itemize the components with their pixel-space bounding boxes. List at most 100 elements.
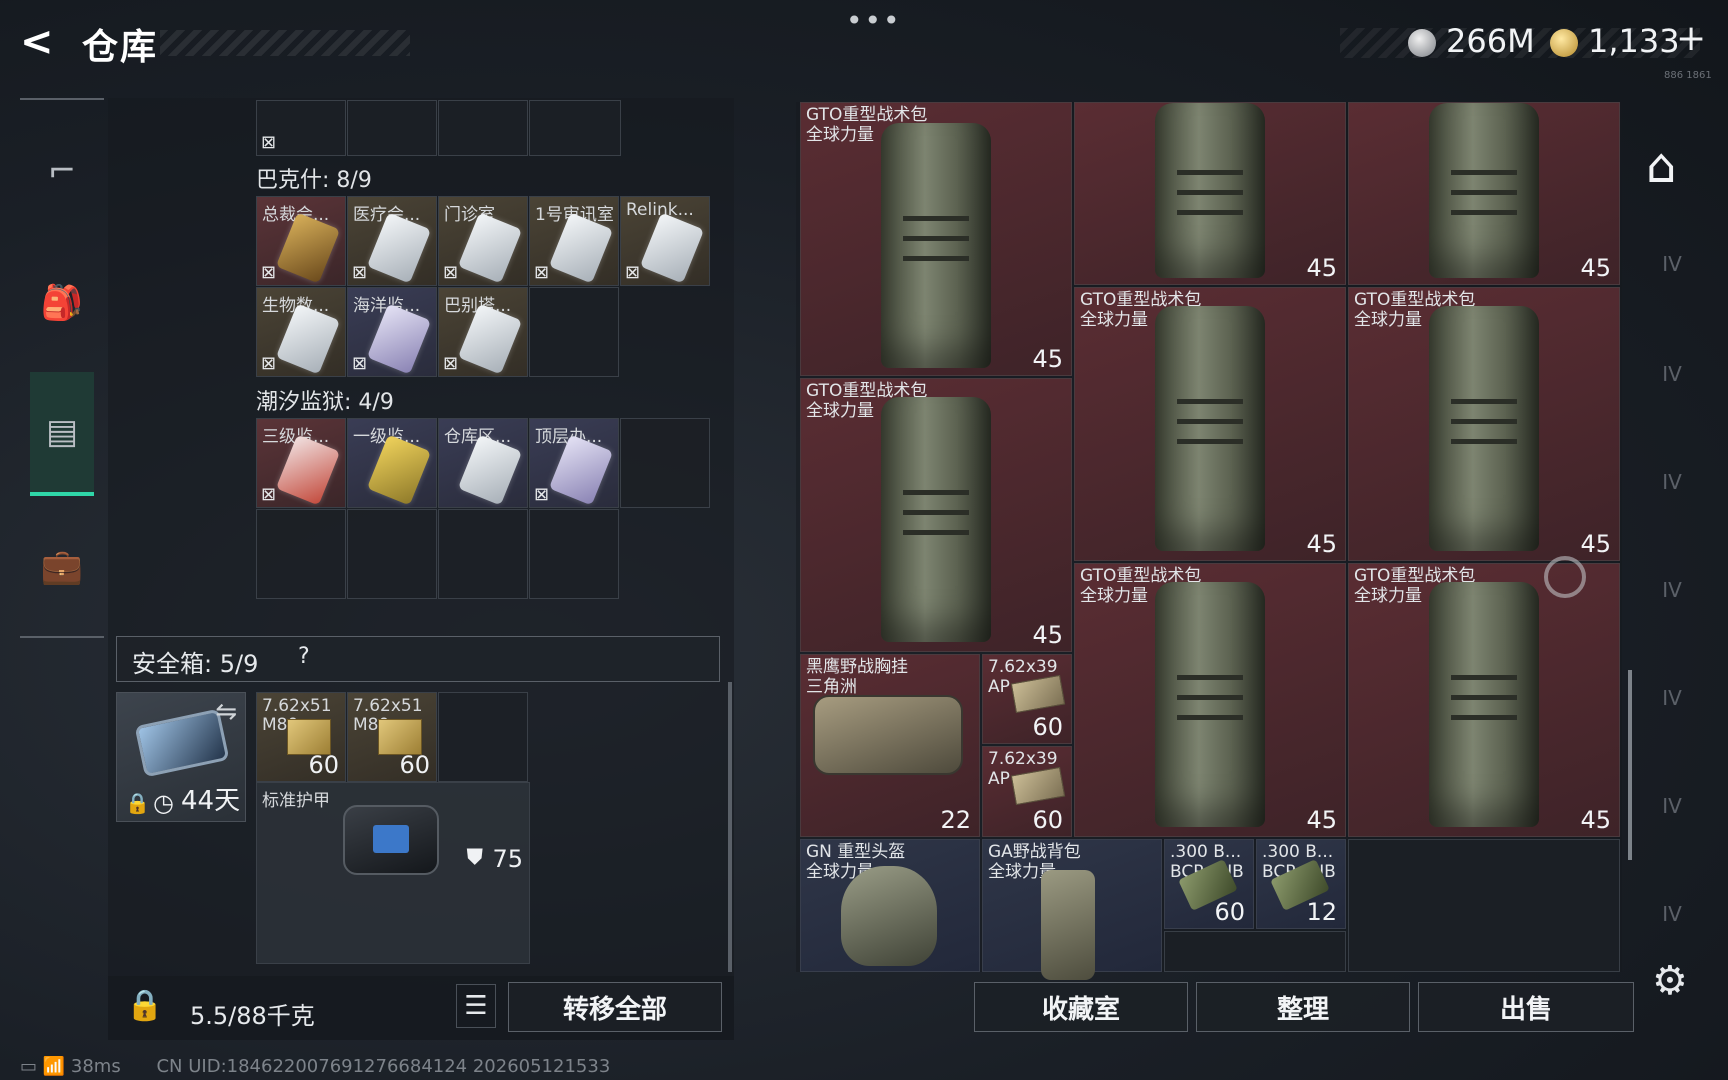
armor-image [343,805,439,875]
backpack-item[interactable]: GTO重型战术包 全球力量 45 [1348,287,1620,561]
filter-tool-icon[interactable]: IV [1648,890,1696,938]
grid-cell[interactable] [1348,839,1620,972]
keycard-item[interactable]: 巴别塔...⊠ [438,287,528,377]
filter-tool-icon[interactable]: IV [1648,240,1696,288]
backpack-item[interactable]: 45 [1348,102,1620,285]
filter-tool-icon[interactable]: IV [1648,782,1696,830]
collection-room-button[interactable]: 收藏室 [974,982,1188,1032]
gear-icon[interactable]: ⚙ [1652,958,1688,1004]
storage-home-icon[interactable]: ⌂ [1646,138,1676,194]
grid-cell[interactable] [529,287,619,377]
keycard-item[interactable]: 1号审讯室⊠ [529,196,619,286]
ammo-box-icon [1010,674,1066,714]
right-scrollbar[interactable] [1628,670,1632,860]
section-label-bakshi: 巴克什: 8/9 [256,168,372,193]
backpack-icon[interactable]: 🎒 [30,248,94,358]
wifi-icon: 📶 [42,1056,66,1077]
no-insure-icon: ⊠ [534,262,550,283]
keycard-item[interactable]: 门诊室 ⊠ [438,196,528,286]
helmet-item[interactable]: GN 重型头盔 全球力量 [800,839,980,972]
ammo-box-icon [378,719,422,755]
keycard-item[interactable]: Relink... ⊠ [620,196,710,286]
backpack-item[interactable]: GTO重型战术包 全球力量 45 [1074,563,1346,837]
keycard-item[interactable]: 医疗会...⊠ [347,196,437,286]
weapon-icon[interactable]: ⌐ [30,116,94,226]
ammo-box-icon [1010,766,1066,806]
gold-coin-icon [1550,29,1578,57]
helmet-image [841,866,937,966]
grid-cell[interactable] [438,509,528,599]
backpack-image [1041,870,1095,980]
page-title: 仓库 [82,27,159,68]
sell-button[interactable]: 出售 [1418,982,1634,1032]
keycard-item[interactable]: 总裁会...⊠ [256,196,346,286]
ammo-item[interactable]: 7.62x51 M80 60 [256,692,346,782]
ammo-item[interactable]: 7.62x51 M80 60 [347,692,437,782]
target-ring-icon [1544,556,1586,598]
shield-icon: ⛊ [466,845,483,870]
ammo-item[interactable]: .300 B... BCP SUB 12 [1256,839,1346,929]
keycard-item[interactable]: 三级监...⊠ [256,418,346,508]
backpack-item[interactable]: 45 [1074,102,1346,285]
keycard-item[interactable]: 生物数...⊠ [256,287,346,377]
transfer-all-button[interactable]: 转移全部 [508,982,722,1032]
ammo-item[interactable]: 7.62x39 AP 60 [982,654,1072,744]
corner-code: 886 1861 [1664,70,1712,81]
organize-button[interactable]: 整理 [1196,982,1410,1032]
briefcase-icon[interactable]: 💼 [30,512,94,622]
clock-icon: ◷ [153,789,174,817]
grid-cell[interactable] [529,100,621,156]
no-insure-icon: ⊠ [352,353,368,374]
filter-tool-icon[interactable]: IV [1648,458,1696,506]
silver-currency-value: 266M [1446,22,1535,60]
more-menu-icon[interactable]: ••• [846,4,902,37]
filter-tool-icon[interactable]: IV [1648,350,1696,398]
grid-cell[interactable] [347,509,437,599]
grid-cell[interactable] [438,100,528,156]
grid-cell[interactable] [347,100,437,156]
grid-cell[interactable] [438,692,528,782]
status-bar: ▭ 📶 38ms CN UID:18462200769127668412​4 2… [20,1056,611,1077]
no-insure-icon: ⊠ [534,484,550,505]
add-currency-button[interactable]: + [1676,18,1706,59]
left-scrollbar[interactable] [728,682,732,972]
armor-durability: 75 [492,845,523,873]
backpack-item[interactable]: GTO重型战术包 全球力量 45 [800,102,1072,376]
lock-icon: 🔒 [125,791,150,815]
list-icon[interactable]: ☰ [456,984,496,1028]
armor-item[interactable]: 标准护甲 75 ⛊ [256,782,530,964]
case-days: 44天 [181,786,241,816]
ammo-item[interactable]: 7.62x39 AP 60 [982,746,1072,837]
ammo-item[interactable]: .300 B... BCP SUB 60 [1164,839,1254,929]
swap-icon[interactable]: ⇋ [215,697,237,727]
no-insure-icon: ⊠ [261,353,277,374]
no-insure-icon: ⊠ [261,484,277,505]
keycard-item[interactable]: 海洋监...⊠ [347,287,437,377]
vest-icon[interactable]: ▤ [30,372,94,496]
keycard-item[interactable]: 仓库区... [438,418,528,508]
no-insure-icon: ⊠ [352,262,368,283]
backpack-item[interactable]: GA野战背包 全球力量 [982,839,1162,980]
no-insure-icon: ⊠ [261,132,277,153]
filter-tool-icon[interactable]: IV [1648,566,1696,614]
backpack-item[interactable]: GTO重型战术包 全球力量 45 [800,378,1072,652]
back-icon[interactable]: < [20,22,60,62]
section-label-tide-prison: 潮汐监狱: 4/9 [256,390,394,415]
grid-cell[interactable] [620,418,710,508]
title-decoration [160,30,410,56]
grid-cell[interactable] [529,509,619,599]
no-insure-icon: ⊠ [261,262,277,283]
safebox-case[interactable]: ⇋ 🔒 ◷ 44天 [116,692,246,822]
backpack-item[interactable]: GTO重型战术包 全球力量 45 [1074,287,1346,561]
grid-cell[interactable] [1164,931,1346,972]
chest-rig-image [813,695,963,775]
chest-rig-item[interactable]: 黑鹰野战胸挂 三角洲 22 [800,654,980,837]
backpack-item[interactable]: GTO重型战术包 全球力量 45 [1348,563,1620,837]
help-icon[interactable]: ? [298,644,310,669]
filter-tool-icon[interactable]: IV [1648,674,1696,722]
battery-icon: ▭ [20,1056,38,1077]
grid-cell[interactable]: ⊠ [256,100,346,156]
grid-cell[interactable] [256,509,346,599]
keycard-item[interactable]: 一级监... [347,418,437,508]
keycard-item[interactable]: 顶层办...⊠ [529,418,619,508]
